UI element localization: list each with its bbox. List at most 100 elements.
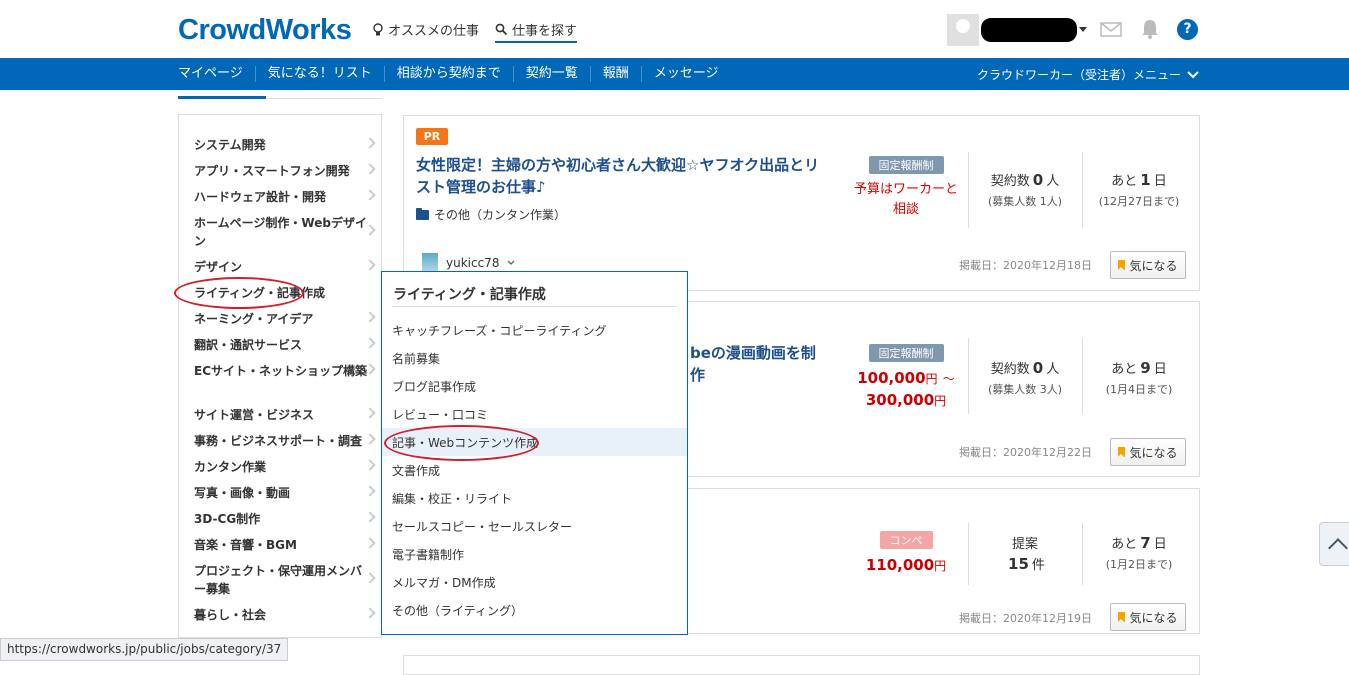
client-user[interactable]: yukicc78 (422, 253, 515, 273)
submenu-item-ebook[interactable]: 電子書籍制作 (392, 546, 464, 563)
search-jobs-link[interactable]: 仕事を探す (495, 20, 578, 43)
sidebar-item-system-dev[interactable]: システム開発 (194, 136, 376, 154)
job-category-label: その他（カンタン作業） (434, 208, 567, 222)
user-avatar[interactable] (947, 14, 979, 46)
sidebar-item-ec-site[interactable]: ECサイト・ネットショップ構築 (194, 362, 376, 380)
sidebar-item-design[interactable]: デザイン (194, 258, 376, 276)
nav-rewards[interactable]: 報酬 (589, 66, 641, 82)
sidebar-item-photo-video[interactable]: 写真・画像・動画 (194, 484, 376, 502)
contracts-count: 契約数 0 人 (募集人数 3人) (970, 358, 1080, 397)
sidebar-item-label: デザイン (194, 260, 243, 274)
recruit-count: (募集人数 3人) (987, 383, 1063, 396)
active-tab-indicator (178, 96, 266, 99)
nav-mypage[interactable]: マイページ (178, 66, 255, 82)
chevron-right-icon (364, 572, 376, 584)
main-nav: マイページ 気になる！リスト 相談から契約まで 契約一覧 報酬 メッセージ クラ… (0, 58, 1349, 90)
deadline-date: (12月27日まで) (1098, 195, 1180, 208)
contracts-label: 契約数 (990, 174, 1030, 189)
remain-unit: 日 (1153, 537, 1167, 552)
recommended-jobs-label: オススメの仕事 (388, 24, 480, 39)
remain-prefix: あと (1111, 174, 1138, 189)
sidebar-item-label: 暮らし・社会 (194, 608, 267, 622)
posted-date: 掲載日：2020年12月18日 (959, 259, 1092, 272)
submenu-item-newsletter[interactable]: メルマガ・DM作成 (392, 574, 496, 591)
sidebar-item-hardware[interactable]: ハードウェア設計・開発 (194, 188, 376, 206)
sidebar-item-app-dev[interactable]: アプリ・スマートフォン開発 (194, 162, 376, 180)
category-sidebar: システム開発 アプリ・スマートフォン開発 ハードウェア設計・開発 ホームページ制… (178, 114, 382, 638)
submenu-item-blog[interactable]: ブログ記事作成 (392, 378, 476, 395)
submenu-item-catchphrase[interactable]: キャッチフレーズ・コピーライティング (392, 322, 606, 339)
nav-consultation[interactable]: 相談から契約まで (383, 66, 513, 82)
nav-favorites[interactable]: 気になる！リスト (254, 66, 384, 82)
redacted-username[interactable] (981, 18, 1077, 42)
sidebar-item-project-members[interactable]: プロジェクト・保守運用メンバー募集 (194, 562, 376, 598)
sidebar-item-easy-tasks[interactable]: カンタン作業 (194, 458, 376, 476)
pr-badge: PR (416, 128, 448, 145)
submenu-item-review[interactable]: レビュー・口コミ (392, 406, 488, 423)
job-card[interactable]: PR 女性限定！主婦の方や初心者さん大歓迎☆ヤフオク出品とリスト管理のお仕事♪ … (403, 115, 1200, 291)
job-title[interactable]: beの漫画動画を制作 (690, 342, 830, 386)
submenu-item-document[interactable]: 文書作成 (392, 462, 440, 479)
nav-contracts[interactable]: 契約一覧 (512, 66, 590, 82)
sidebar-item-web-design[interactable]: ホームページ制作・Webデザイン (194, 214, 376, 250)
remain-prefix: あと (1111, 362, 1138, 377)
chevron-right-icon (364, 407, 376, 419)
submenu-item-sales-copy[interactable]: セールスコピー・セールスレター (392, 518, 572, 535)
nav-messages[interactable]: メッセージ (640, 66, 731, 82)
sidebar-item-label: 翻訳・通訳サービス (194, 338, 303, 352)
contracts-count: 契約数 0 人 (募集人数 1人) (970, 170, 1080, 209)
remain-unit: 日 (1153, 362, 1167, 377)
remain-value: 9 (1140, 359, 1151, 377)
mail-icon[interactable] (1100, 18, 1122, 40)
favorite-button[interactable]: 気になる (1110, 603, 1186, 631)
sidebar-item-label: カンタン作業 (194, 460, 267, 474)
sidebar-item-music[interactable]: 音楽・音響・BGM (194, 536, 376, 554)
favorite-label: 気になる (1129, 258, 1178, 273)
sidebar-item-3dcg[interactable]: 3D-CG制作 (194, 510, 376, 528)
chevron-down-icon[interactable] (1079, 27, 1087, 32)
submenu-title[interactable]: ライティング・記事作成 (393, 284, 546, 304)
job-title[interactable]: 女性限定！主婦の方や初心者さん大歓迎☆ヤフオク出品とリスト管理のお仕事♪ (416, 154, 826, 198)
sidebar-item-office-support[interactable]: 事務・ビジネスサポート・調査 (194, 432, 376, 450)
submenu-item-editing[interactable]: 編集・校正・リライト (392, 490, 512, 507)
sidebar-item-translation[interactable]: 翻訳・通訳サービス (194, 336, 376, 354)
bookmark-icon (1118, 260, 1126, 270)
help-icon[interactable]: ? (1177, 19, 1198, 40)
posted-date: 掲載日：2020年12月22日 (959, 446, 1092, 459)
job-card[interactable] (403, 655, 1200, 675)
job-budget: コンペ 110,000円 (846, 531, 966, 577)
recruit-count: (募集人数 1人) (987, 195, 1063, 208)
sidebar-item-writing[interactable]: ライティング・記事作成 (194, 284, 369, 302)
chevron-right-icon (364, 537, 376, 549)
job-category[interactable]: その他（カンタン作業） (416, 206, 566, 223)
currency: 円 (925, 372, 938, 386)
crowdworks-logo[interactable]: CrowdWorks (178, 14, 352, 47)
sidebar-item-label: アプリ・スマートフォン開発 (194, 164, 350, 178)
deadline-info: あと 9 日 (1月4日まで) (1084, 358, 1194, 397)
submenu-item-web-content[interactable]: 記事・Webコンテンツ作成 (392, 434, 538, 451)
recommended-jobs-link[interactable]: オススメの仕事 (372, 20, 479, 39)
remain-prefix: あと (1111, 537, 1138, 552)
browser-status-bar: https://crowdworks.jp/public/jobs/catego… (0, 638, 289, 661)
currency: 円 (934, 559, 947, 573)
worker-menu[interactable]: クラウドワーカー（受注者）メニュー (977, 66, 1199, 83)
sidebar-item-site-ops[interactable]: サイト運営・ビジネス (194, 406, 376, 424)
sidebar-item-label: ECサイト・ネットショップ構築 (194, 364, 368, 378)
sidebar-item-label: 音楽・音響・BGM (194, 538, 297, 552)
proposal-value: 15 (1008, 555, 1029, 573)
favorite-button[interactable]: 気になる (1110, 438, 1186, 466)
scroll-to-top-button[interactable] (1319, 522, 1349, 566)
chevron-right-icon (364, 337, 376, 349)
search-icon (495, 23, 508, 36)
divider (1082, 338, 1083, 414)
range-separator: ～ (942, 372, 955, 386)
deadline-info: あと 1 日 (12月27日まで) (1084, 170, 1194, 209)
submenu-item-naming[interactable]: 名前募集 (392, 350, 440, 367)
favorite-button[interactable]: 気になる (1110, 251, 1186, 279)
submenu-item-other[interactable]: その他（ライティング） (392, 602, 523, 619)
price-value: 110,000 (865, 556, 935, 574)
sidebar-item-naming[interactable]: ネーミング・アイデア (194, 310, 376, 328)
sidebar-item-life-society[interactable]: 暮らし・社会 (194, 606, 376, 624)
sidebar-item-label: ネーミング・アイデア (194, 312, 314, 326)
bell-icon[interactable] (1139, 18, 1161, 40)
